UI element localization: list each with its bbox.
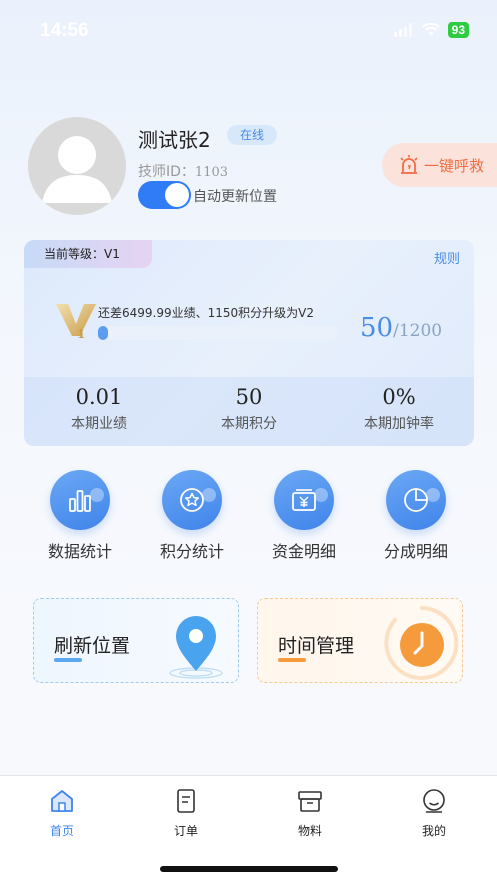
stat-performance: 0.01 本期业绩	[24, 377, 174, 446]
box-icon	[298, 791, 322, 812]
tab-label: 我的	[421, 824, 446, 838]
technician-id-label: 技师ID：	[138, 164, 195, 180]
tab-profile[interactable]: 我的	[394, 788, 474, 839]
stat-value: 0%	[382, 385, 416, 409]
stat-label: 本期加钟率	[364, 416, 434, 432]
period-stats: 0.01 本期业绩 50 本期积分 0% 本期加钟率	[24, 377, 474, 446]
status-time: 14:56	[40, 20, 89, 41]
level-card: 当前等级：V1 规则 1 还差6499.99业绩、1150积分升级为V2 50/…	[24, 240, 474, 446]
stat-label: 本期积分	[221, 416, 277, 432]
home-indicator	[160, 866, 338, 872]
bar-chart-icon	[69, 490, 91, 512]
refresh-location-label: 刷新位置	[54, 635, 131, 657]
quick-action-label: 分成明细	[383, 542, 448, 561]
quick-action-label: 资金明细	[271, 542, 336, 561]
stat-value: 50	[235, 385, 263, 409]
tab-label: 首页	[49, 824, 74, 838]
sos-label: 一键呼救	[424, 156, 485, 175]
tab-home[interactable]: 首页	[22, 788, 102, 839]
progress-current: 50	[360, 313, 394, 343]
avatar[interactable]	[28, 117, 126, 215]
time-management-label: 时间管理	[278, 635, 355, 657]
time-management-card[interactable]: 时间管理	[257, 598, 463, 683]
quick-action-fund-details[interactable]: 资金明细	[254, 470, 354, 562]
stat-add-clock-rate: 0% 本期加钟率	[324, 377, 474, 446]
order-list-icon	[177, 789, 195, 813]
tab-orders[interactable]: 订单	[146, 788, 226, 839]
status-badge: 在线	[227, 125, 278, 145]
level-v1-badge-icon: 1	[56, 304, 96, 340]
tab-materials[interactable]: 物料	[270, 788, 350, 839]
pie-chart-icon	[404, 488, 428, 512]
quick-action-circle	[274, 470, 334, 530]
quick-action-label: 积分统计	[159, 542, 224, 561]
refresh-location-card[interactable]: 刷新位置	[33, 598, 239, 683]
home-icon	[51, 790, 73, 812]
tab-label: 订单	[173, 824, 198, 838]
default-avatar-icon	[42, 136, 112, 203]
level-progress-fill	[98, 326, 109, 340]
sos-button[interactable]: 一键呼救	[382, 143, 497, 187]
wifi-icon	[421, 23, 440, 36]
tab-label: 物料	[297, 824, 322, 838]
technician-id: 技师ID：1103	[138, 161, 228, 181]
level-progress-number: 50/1200	[360, 313, 442, 343]
stat-label: 本期业绩	[71, 416, 127, 432]
level-progress-bar	[98, 326, 338, 340]
current-level-tag: 当前等级：V1	[24, 240, 152, 268]
quick-action-points-stats[interactable]: 积分统计	[142, 470, 242, 562]
auto-update-location-toggle[interactable]	[138, 181, 191, 209]
progress-max: /1200	[393, 321, 443, 341]
status-bar: 14:56 93	[0, 0, 497, 60]
svg-text:1: 1	[77, 327, 85, 340]
yuan-wallet-icon	[292, 489, 316, 511]
rules-link[interactable]: 规则	[434, 248, 460, 267]
toggle-knob	[165, 183, 189, 207]
quick-action-data-stats[interactable]: 数据统计	[30, 470, 130, 562]
quick-action-label: 数据统计	[47, 542, 112, 561]
stat-value: 0.01	[75, 385, 123, 409]
location-pin-icon	[169, 616, 223, 679]
smile-user-icon	[423, 789, 445, 813]
technician-name: 测试张2	[138, 128, 211, 152]
star-medal-icon	[180, 488, 204, 512]
auto-update-location-label: 自动更新位置	[193, 189, 277, 205]
clock-icon	[384, 606, 459, 680]
quick-action-circle	[386, 470, 446, 530]
battery-indicator: 93	[447, 22, 469, 38]
level-progress-description: 还差6499.99业绩、1150积分升级为V2	[98, 306, 315, 320]
quick-action-circle	[162, 470, 222, 530]
technician-id-value: 1103	[194, 165, 229, 180]
status-icons: 93	[393, 22, 469, 38]
stat-points: 50 本期积分	[174, 377, 324, 446]
alarm-light-icon	[400, 155, 418, 174]
signal-icon	[393, 23, 412, 37]
quick-action-commission-details[interactable]: 分成明细	[366, 470, 466, 562]
quick-action-circle	[50, 470, 110, 530]
